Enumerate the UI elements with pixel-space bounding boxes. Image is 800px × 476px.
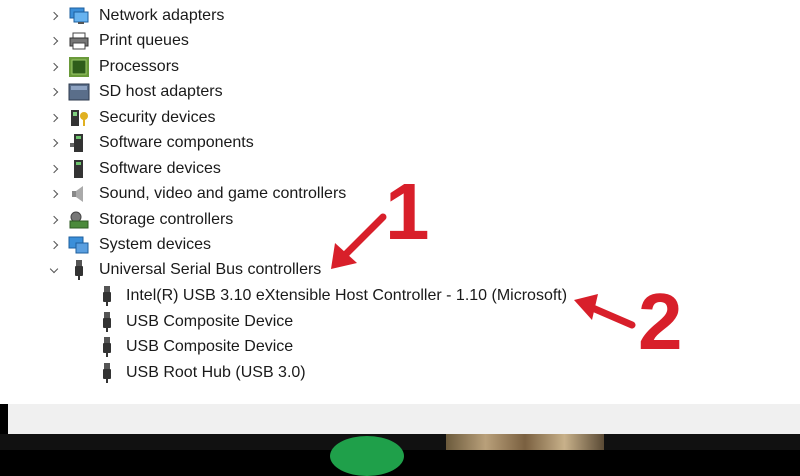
tree-item-label: SD host adapters xyxy=(99,83,223,100)
tree-item-software-components[interactable]: Software components xyxy=(0,131,800,155)
processor-icon xyxy=(68,57,90,77)
tree-item-network-adapters[interactable]: Network adapters xyxy=(0,4,800,28)
tree-item-sd-host-adapters[interactable]: SD host adapters xyxy=(0,80,800,104)
chevron-down-icon[interactable] xyxy=(44,258,64,282)
chevron-right-icon[interactable] xyxy=(44,182,64,206)
tree-item-label: Security devices xyxy=(99,109,216,126)
usb-plug-icon xyxy=(96,312,118,332)
chevron-right-icon[interactable] xyxy=(44,131,64,155)
chevron-right-icon[interactable] xyxy=(44,29,64,53)
chevron-right-icon[interactable] xyxy=(44,208,64,232)
chevron-right-icon[interactable] xyxy=(44,80,64,104)
usb-plug-icon xyxy=(96,337,118,357)
annotation-number-2: 2 xyxy=(638,277,683,366)
network-adapter-icon xyxy=(68,6,90,26)
tree-item-label: Storage controllers xyxy=(99,211,234,228)
storage-controller-icon xyxy=(68,210,90,230)
tree-item-security-devices[interactable]: Security devices xyxy=(0,106,800,130)
usb-plug-icon xyxy=(96,286,118,306)
tree-item-label: Universal Serial Bus controllers xyxy=(99,261,322,278)
usb-icon xyxy=(68,260,90,280)
tree-item-label: Network adapters xyxy=(99,7,225,24)
tree-item-label: USB Composite Device xyxy=(126,313,294,330)
printer-icon xyxy=(68,31,90,51)
chevron-right-icon[interactable] xyxy=(44,157,64,181)
usb-plug-icon xyxy=(96,363,118,383)
tree-item-label: System devices xyxy=(99,236,212,253)
tree-item-label: USB Root Hub (USB 3.0) xyxy=(126,364,306,381)
taskbar-thumbnail[interactable] xyxy=(446,434,604,450)
taskbar-app-icon[interactable] xyxy=(330,436,404,476)
tree-item-label: Processors xyxy=(99,58,180,75)
chevron-right-icon[interactable] xyxy=(44,233,64,257)
tree-item-processors[interactable]: Processors xyxy=(0,55,800,79)
tree-item-label: Software devices xyxy=(99,160,221,177)
tree-item-label: Software components xyxy=(99,134,254,151)
annotation-arrow-2 xyxy=(574,294,636,329)
speaker-icon xyxy=(68,184,90,204)
tree-item-print-queues[interactable]: Print queues xyxy=(0,29,800,53)
chevron-right-icon[interactable] xyxy=(44,55,64,79)
sd-card-icon xyxy=(68,82,90,102)
tree-item-label: Intel(R) USB 3.10 eXtensible Host Contro… xyxy=(126,287,568,304)
status-bar xyxy=(8,404,800,434)
software-component-icon xyxy=(68,133,90,153)
tree-item-label: Sound, video and game controllers xyxy=(99,185,347,202)
system-devices-icon xyxy=(68,235,90,255)
software-device-icon xyxy=(68,159,90,179)
tree-item-label: Print queues xyxy=(99,32,189,49)
device-manager-window: Network adapters Print queues Processors… xyxy=(0,0,800,404)
security-key-icon xyxy=(68,108,90,128)
chevron-right-icon[interactable] xyxy=(44,106,64,130)
chevron-right-icon[interactable] xyxy=(44,4,64,28)
tree-item-label: USB Composite Device xyxy=(126,338,294,355)
annotation-number-1: 1 xyxy=(385,167,430,256)
